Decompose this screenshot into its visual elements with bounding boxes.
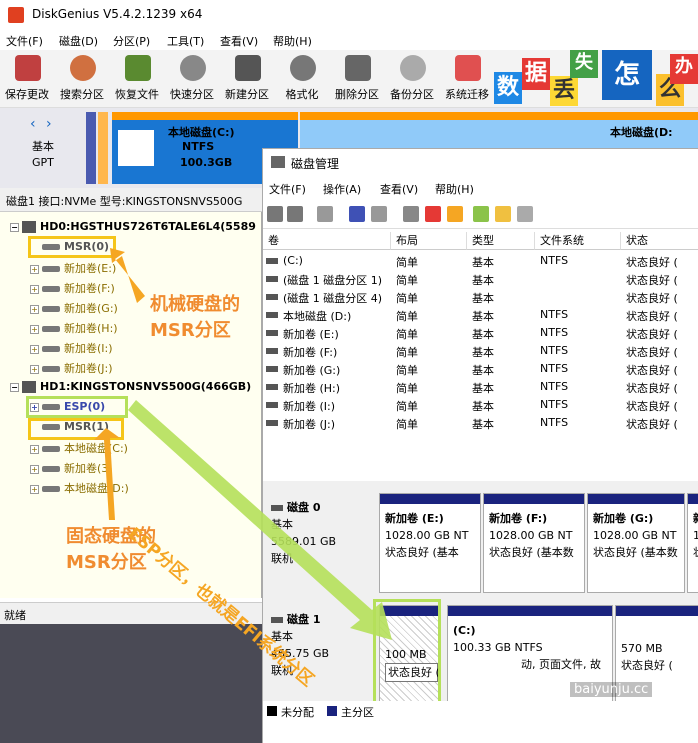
ssd-msr-annotation-2: MSR分区 [66,552,147,573]
hdd-msr-annotation-1: 机械硬盘的 [150,294,240,315]
watermark: baiyunju.cc [570,682,653,697]
hdd-msr-annotation-2: MSR分区 [150,320,231,341]
arrow-ssd-msr [94,428,120,520]
arrow-esp [128,400,392,640]
arrow-hdd-msr [110,248,145,303]
annotation-arrows [94,248,392,640]
